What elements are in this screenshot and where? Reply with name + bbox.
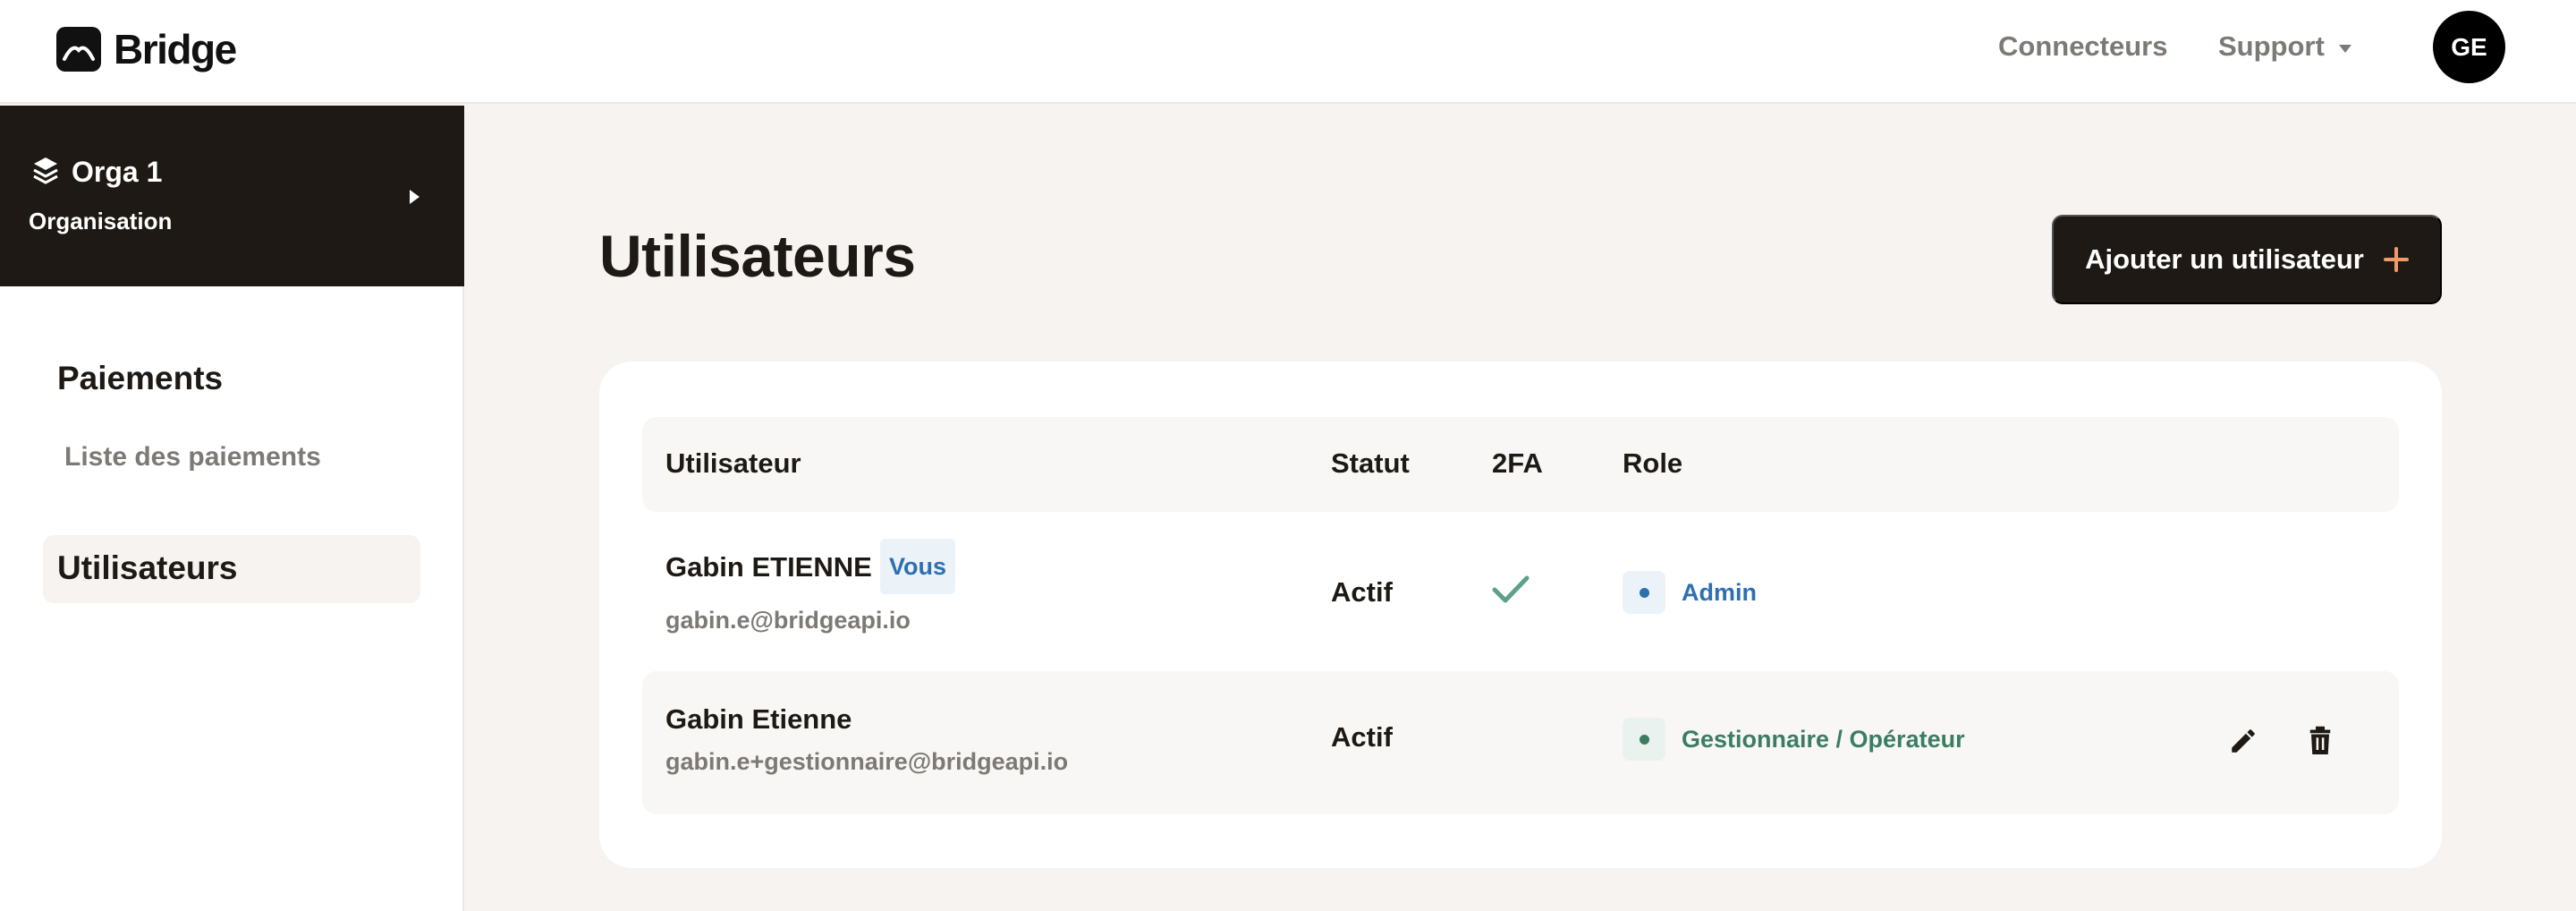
pencil-icon — [2232, 729, 2255, 753]
user-name: Gabin Etienne — [665, 703, 852, 735]
nav-support-label: Support — [2218, 30, 2325, 62]
user-email: gabin.e+gestionnaire@bridgeapi.io — [665, 748, 1069, 775]
page-title: Utilisateurs — [599, 223, 916, 289]
org-subtitle: Organisation — [29, 208, 173, 234]
users-table-card: Utilisateur Statut 2FA Role Gabin ETIENN… — [599, 362, 2442, 868]
plus-icon — [2383, 247, 2409, 272]
table-row: Gabin Etienne gabin.e+gestionnaire@bridg… — [642, 671, 2399, 814]
status-label: Actif — [1331, 576, 1393, 608]
dot-icon — [1623, 571, 1665, 614]
bridge-logo-icon — [56, 27, 101, 72]
sidebar-section-paiements: Paiements — [57, 360, 224, 396]
org-name-row: Orga 1 — [32, 156, 162, 189]
org-switcher[interactable]: Orga 1 Organisation — [0, 106, 464, 286]
delete-user-button[interactable] — [2301, 721, 2340, 761]
sidebar-item-label: Utilisateurs — [57, 549, 238, 586]
user-avatar[interactable]: GE — [2433, 11, 2505, 83]
dot-icon — [1623, 718, 1665, 761]
check-icon — [1492, 575, 1530, 609]
chevron-down-icon — [2338, 44, 2351, 53]
trash-icon — [2309, 726, 2331, 754]
column-header-utilisateur: Utilisateur — [665, 447, 801, 479]
caret-right-icon — [410, 190, 419, 204]
role-badge: Admin — [1623, 571, 1757, 614]
nav-connecteurs-link[interactable]: Connecteurs — [1998, 30, 2167, 63]
top-bar: Bridge Connecteurs Support GE — [0, 0, 2576, 104]
role-label: Gestionnaire / Opérateur — [1682, 725, 1965, 753]
sidebar-item-utilisateurs[interactable]: Utilisateurs — [43, 535, 420, 603]
role-label: Admin — [1682, 578, 1757, 606]
add-user-button-label: Ajouter un utilisateur — [2085, 243, 2364, 275]
role-badge: Gestionnaire / Opérateur — [1623, 718, 1965, 761]
table-header: Utilisateur Statut 2FA Role — [642, 417, 2399, 512]
user-email: gabin.e@bridgeapi.io — [665, 607, 911, 634]
status-label: Actif — [1331, 721, 1393, 753]
column-header-role: Role — [1623, 447, 1683, 479]
org-name: Orga 1 — [72, 156, 163, 188]
column-header-statut: Statut — [1331, 447, 1410, 479]
you-badge: Vous — [880, 539, 955, 594]
nav-support-menu[interactable]: Support — [2218, 30, 2351, 63]
add-user-button[interactable]: Ajouter un utilisateur — [2052, 215, 2442, 304]
edit-user-button[interactable] — [2224, 721, 2263, 761]
brand-logo[interactable]: Bridge — [56, 25, 237, 73]
column-header-2fa: 2FA — [1492, 447, 1543, 479]
sidebar: Orga 1 Organisation Paiements Liste des … — [0, 106, 464, 911]
sidebar-item-liste-paiements[interactable]: Liste des paiements — [64, 442, 321, 473]
brand-name: Bridge — [114, 26, 237, 72]
user-name: Gabin ETIENNE — [665, 551, 872, 583]
layers-icon — [32, 156, 59, 189]
table-row: Gabin ETIENNE Vous gabin.e@bridgeapi.io … — [642, 512, 2399, 662]
